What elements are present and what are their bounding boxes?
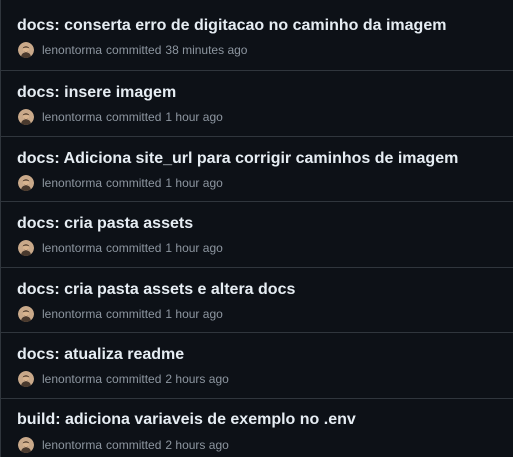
commit-meta: lenontorma committed 1 hour ago (18, 305, 223, 323)
commit-time: 1 hour ago (165, 307, 223, 321)
user-avatar-icon[interactable] (18, 306, 34, 322)
commit-author-link[interactable]: lenontorma (42, 241, 102, 255)
commit-author-link[interactable]: lenontorma (42, 307, 102, 321)
user-avatar-icon[interactable] (18, 109, 34, 125)
commit-time: 2 hours ago (165, 372, 229, 386)
commit-meta: lenontorma committed 1 hour ago (18, 108, 223, 126)
commit-title-link[interactable]: build: adiciona variaveis de exemplo no … (17, 410, 356, 430)
commit-row: docs: atualiza readme lenontorma committ… (1, 332, 513, 397)
user-avatar-icon[interactable] (18, 437, 34, 453)
commit-time: 38 minutes ago (165, 43, 248, 57)
commit-time: 2 hours ago (165, 438, 229, 452)
commit-verb: committed (106, 110, 162, 124)
commit-meta: lenontorma committed 38 minutes ago (18, 41, 247, 59)
commit-title-link[interactable]: docs: conserta erro de digitacao no cami… (17, 16, 446, 36)
user-avatar-icon[interactable] (18, 175, 34, 191)
commit-meta: lenontorma committed 2 hours ago (18, 436, 229, 454)
commit-title-link[interactable]: docs: Adiciona site_url para corrigir ca… (17, 149, 458, 169)
commit-row: docs: conserta erro de digitacao no cami… (1, 0, 513, 61)
commit-verb: committed (106, 307, 162, 321)
commit-row: docs: cria pasta assets lenontorma commi… (1, 201, 513, 266)
commit-title-link[interactable]: docs: cria pasta assets (17, 214, 193, 234)
user-avatar-icon[interactable] (18, 42, 34, 58)
commit-author-link[interactable]: lenontorma (42, 110, 102, 124)
commit-title-link[interactable]: docs: insere imagem (17, 83, 176, 103)
commit-verb: committed (106, 176, 162, 190)
commit-meta: lenontorma committed 1 hour ago (18, 239, 223, 257)
commit-author-link[interactable]: lenontorma (42, 43, 102, 57)
commit-meta: lenontorma committed 1 hour ago (18, 174, 223, 192)
commit-row: build: adiciona variaveis de exemplo no … (1, 398, 513, 457)
commit-author-link[interactable]: lenontorma (42, 176, 102, 190)
commit-row: docs: Adiciona site_url para corrigir ca… (1, 136, 513, 201)
commit-title-link[interactable]: docs: cria pasta assets e altera docs (17, 280, 295, 300)
commit-verb: committed (106, 241, 162, 255)
commit-row: docs: cria pasta assets e altera docs le… (1, 267, 513, 332)
commit-verb: committed (106, 43, 162, 57)
commit-author-link[interactable]: lenontorma (42, 372, 102, 386)
commit-verb: committed (106, 438, 162, 452)
commit-time: 1 hour ago (165, 176, 223, 190)
user-avatar-icon[interactable] (18, 371, 34, 387)
commit-list: docs: conserta erro de digitacao no cami… (0, 0, 513, 457)
commit-author-link[interactable]: lenontorma (42, 438, 102, 452)
commit-verb: committed (106, 372, 162, 386)
user-avatar-icon[interactable] (18, 240, 34, 256)
commit-meta: lenontorma committed 2 hours ago (18, 370, 229, 388)
commit-time: 1 hour ago (165, 110, 223, 124)
commit-row: docs: insere imagem lenontorma committed… (1, 70, 513, 135)
commit-time: 1 hour ago (165, 241, 223, 255)
commit-title-link[interactable]: docs: atualiza readme (17, 345, 184, 365)
